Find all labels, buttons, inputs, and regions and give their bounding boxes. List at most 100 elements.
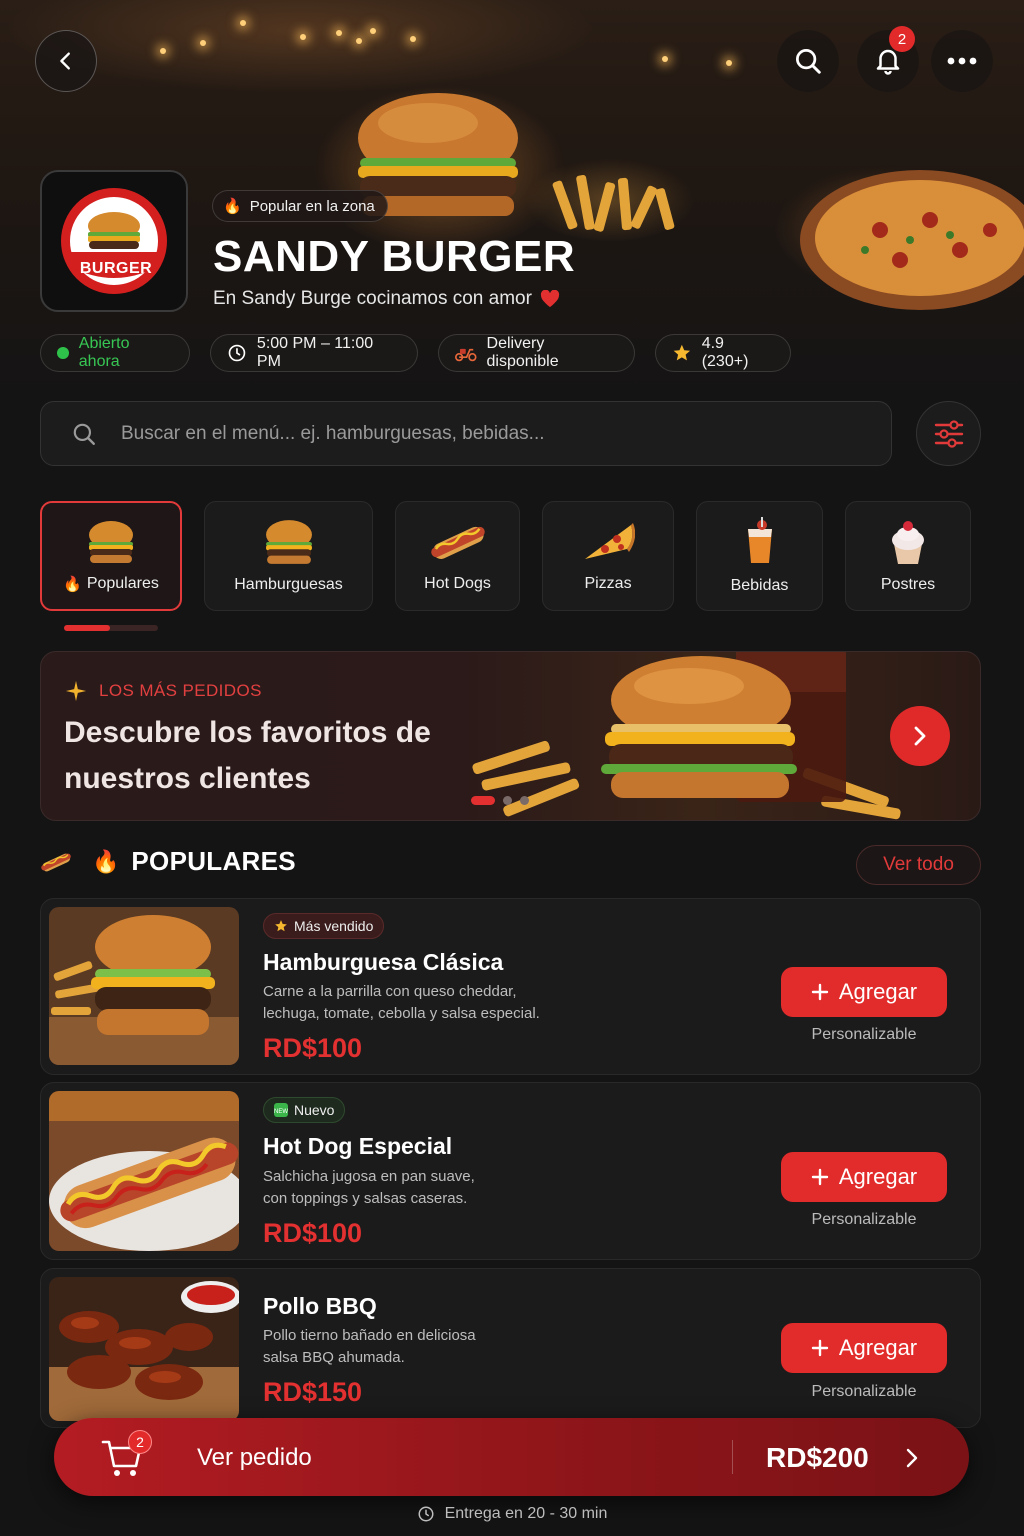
more-horizontal-icon [947,57,977,65]
carousel-dot[interactable] [503,796,512,805]
category-hot-dogs[interactable]: Hot Dogs [395,501,520,611]
view-order-bar[interactable]: 2 Ver pedido RD$200 [54,1418,969,1496]
product-image-burger [49,907,239,1065]
category-bebidas[interactable]: Bebidas [696,501,823,611]
search-icon [796,49,821,74]
open-status-label: Abierto ahora [78,335,130,370]
product-description-line: salsa BBQ ahumada. [263,1349,405,1366]
product-price: RD$100 [263,1218,363,1248]
product-price: RD$150 [263,1377,363,1407]
product-name: Pollo BBQ [263,1293,377,1319]
search-icon [73,423,95,445]
carousel-dots [471,796,529,805]
delivery-eta-label: Entrega en 20 - 30 min [444,1505,608,1522]
badge-label: Más vendido [294,918,374,934]
clock-icon [418,1506,434,1522]
logo-wordmark: BURGER [79,260,153,277]
popular-badge: 🔥 Popular en la zona [212,190,388,222]
chevron-left-icon [60,52,70,70]
category-label: Populares [86,575,159,592]
banner-eyebrow: LOS MÁS PEDIDOS [65,680,262,702]
svg-text:NEW: NEW [274,1109,288,1115]
product-card[interactable]: NEW Nuevo Hot Dog Especial Salchicha jug… [40,1082,981,1260]
product-description-line: con toppings y salsas caseras. [263,1190,468,1207]
plus-icon [811,1168,829,1186]
category-scroll-thumb [64,625,110,631]
delivery-eta: Entrega en 20 - 30 min [0,1505,1024,1523]
restaurant-logo: BURGER [40,170,188,312]
restaurant-tagline: En Sandy Burge cocinamos con amor [213,288,560,310]
hotdog-icon [430,526,485,559]
more-options-button[interactable] [931,30,993,92]
burger-icon [89,521,133,563]
add-to-cart-button[interactable]: Agregar [781,967,947,1017]
product-card[interactable]: Más vendido Hamburguesa Clásica Carne a … [40,898,981,1075]
see-all-button[interactable]: Ver todo [856,845,981,885]
customizable-note: Personalizable [811,1026,917,1043]
category-label: Postres [880,576,936,593]
product-description-line: Pollo tierno bañado en deliciosa [263,1327,476,1344]
fire-icon: 🔥 [223,198,242,215]
product-description-line: Salchicha jugosa en pan suave, [263,1168,475,1185]
pizza-image [800,170,1024,310]
add-button-label: Agregar [838,1335,918,1360]
product-name: Hot Dog Especial [263,1133,453,1159]
cart: 2 [100,1430,152,1480]
menu-search-input[interactable] [121,422,821,445]
carousel-dot[interactable] [520,796,529,805]
back-button[interactable] [35,30,97,92]
search-button[interactable] [777,30,839,92]
fries-image [552,174,675,232]
carousel-dot[interactable] [471,796,495,805]
add-button-label: Agregar [838,979,918,1004]
chevron-right-icon [914,726,926,746]
star-icon [275,920,287,932]
category-hamburguesas[interactable]: Hamburguesas [204,501,373,611]
add-to-cart-button[interactable]: Agregar [781,1152,947,1202]
customizable-note: Personalizable [811,1383,917,1400]
category-populares[interactable]: 🔥 Populares [40,501,182,611]
product-image-hotdog [49,1091,239,1251]
category-label: Hamburguesas [234,576,343,593]
category-label: Pizzas [584,575,632,592]
open-status-dot [57,347,69,359]
notification-badge: 2 [889,26,915,52]
delivery-label: Delivery disponible [486,335,559,370]
new-badge: NEW Nuevo [263,1097,346,1123]
customizable-note: Personalizable [811,1211,917,1228]
hours-label: 5:00 PM – 11:00 PM [256,335,374,370]
product-card[interactable]: Pollo BBQ Pollo tierno bañado en delicio… [40,1268,981,1428]
burger-icon [265,520,312,564]
product-price: RD$100 [263,1033,363,1063]
banner-eyebrow-label: LOS MÁS PEDIDOS [99,681,262,700]
tagline-text: En Sandy Burge cocinamos con amor [213,288,532,309]
product-name: Hamburguesa Clásica [263,949,504,975]
badge-label: Nuevo [294,1102,335,1118]
section-title: POPULARES [131,846,296,876]
banner-title: Descubre los favoritos de nuestros clien… [64,716,431,795]
category-postres[interactable]: Postres [845,501,971,611]
order-total: RD$200 [766,1442,869,1473]
filter-button[interactable] [916,401,981,466]
restaurant-name: SANDY BURGER [213,232,576,281]
banner-next-button[interactable] [890,706,950,766]
banner-burger-image [472,652,901,820]
cupcake-icon [892,521,924,564]
plus-icon [811,1339,829,1357]
notifications-button[interactable]: 2 [857,26,919,92]
add-button-label: Agregar [838,1164,918,1189]
add-to-cart-button[interactable]: Agregar [781,1323,947,1373]
heart-icon [540,290,560,308]
hours-pill: 5:00 PM – 11:00 PM [210,334,418,372]
open-status-pill: Abierto ahora [40,334,190,372]
promo-banner[interactable]: LOS MÁS PEDIDOS Descubre los favoritos d… [40,651,981,821]
pizza-slice-icon [585,523,635,559]
clock-icon [228,344,246,362]
fire-icon: 🔥 [92,848,120,874]
burger-logo-icon [61,188,167,294]
drink-icon [747,517,772,563]
section-header: 🔥 POPULARES [40,846,296,877]
menu-search-bar[interactable] [40,401,892,466]
category-pizzas[interactable]: Pizzas [542,501,674,611]
product-description-line: Carne a la parrilla con queso cheddar, [263,983,517,1000]
